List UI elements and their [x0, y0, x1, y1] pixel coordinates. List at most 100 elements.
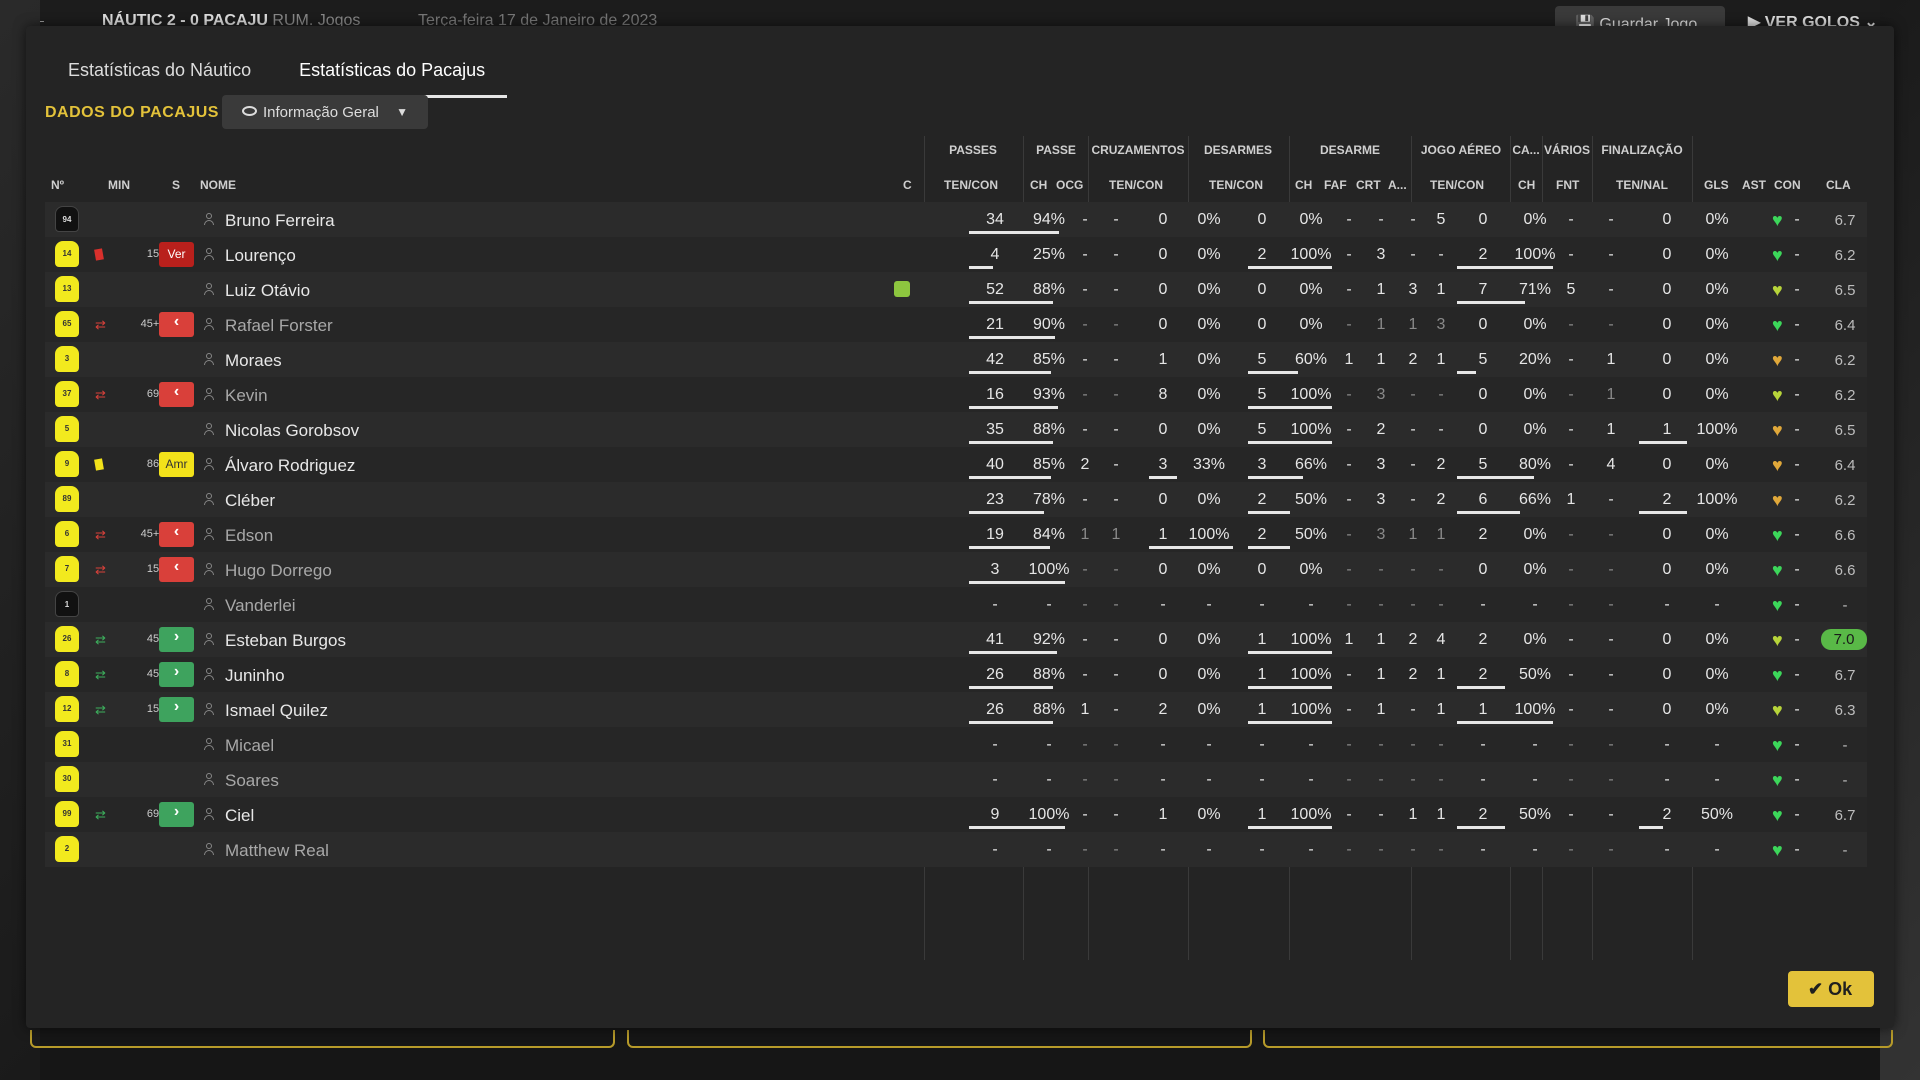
- player-name[interactable]: Matthew Real: [225, 841, 329, 861]
- table-row[interactable]: 12 ⇄ 15 › Ismael Quilez 26 88% 1-2 0% 1 100% -1-1 1 1…: [45, 692, 1867, 727]
- player-name[interactable]: Lourenço: [225, 246, 296, 266]
- tab-nautico-stats[interactable]: Estatísticas do Náutico: [42, 52, 273, 98]
- passes-bar: [969, 581, 1065, 584]
- col-header-desarmes-tencon[interactable]: TEN/CON: [1209, 178, 1263, 192]
- desarme-ch: -: [1346, 316, 1352, 333]
- col-header-number[interactable]: Nº: [51, 178, 64, 192]
- assists: -: [1794, 806, 1800, 823]
- shirt-number: 6: [55, 521, 79, 547]
- table-row[interactable]: 8 ⇄ 45 › Juninho 26 88% - -0 0% 1 100% -1 2 1 2 50% - -0 0%…: [45, 657, 1867, 692]
- table-row[interactable]: 5 Nicolas Gorobsov 35 88% - -0 0% 5 100% -2- -0 0% -…: [45, 412, 1867, 447]
- crosses-pct: -: [1206, 736, 1212, 753]
- passes-attempts: -: [992, 596, 998, 613]
- col-header-faf[interactable]: FAF: [1324, 178, 1347, 192]
- player-name[interactable]: Hugo Dorrego: [225, 561, 332, 581]
- player-name[interactable]: Luiz Otávio: [225, 281, 310, 301]
- passe-ocg: -: [1113, 281, 1119, 298]
- col-header-passes-tencon[interactable]: TEN/CON: [944, 178, 998, 192]
- tab-pacajus-stats[interactable]: Estatísticas do Pacajus: [273, 52, 508, 98]
- col-header-s[interactable]: S: [172, 178, 180, 192]
- table-row[interactable]: 30 Soares - - - - - - - - - - - - - - - - - - - ♥ -: [45, 762, 1867, 797]
- table-row[interactable]: 9 86 Amr Álvaro Rodriguez 40 85% 2-3 33% 3 66% -3-…: [45, 447, 1867, 482]
- col-header-name[interactable]: NOME: [200, 178, 236, 192]
- col-header-ocg[interactable]: OCG: [1056, 178, 1083, 192]
- player-name[interactable]: Rafael Forster: [225, 316, 333, 336]
- assists: -: [1794, 596, 1800, 613]
- player-name[interactable]: Moraes: [225, 351, 282, 371]
- shots-pct: 0%: [1705, 351, 1729, 368]
- table-row[interactable]: 3 Moraes 42 85% - -1 0% 5 60% 1 1 2 1 5 20% -1 0 0% - ♥ 6.2: [45, 342, 1867, 377]
- col-header-fnt[interactable]: FNT: [1556, 178, 1579, 192]
- col-header-desarme-ch[interactable]: CH: [1295, 178, 1312, 192]
- passe-ch: -: [1082, 736, 1088, 753]
- player-name[interactable]: Esteban Burgos: [225, 631, 346, 651]
- col-header-aereo-tencon[interactable]: TEN/CON: [1430, 178, 1484, 192]
- shots-pct: 0%: [1705, 631, 1729, 648]
- col-header-passe-ch[interactable]: CH: [1030, 178, 1047, 192]
- table-row[interactable]: 99 ⇄ 69 › Ciel 9 100% - -1 0% 1 100% - -1 1 2 50% - -2 50% -…: [45, 797, 1867, 832]
- col-header-gls[interactable]: GLS: [1704, 178, 1729, 192]
- table-row[interactable]: 13 Luiz Otávio 52 88% - -0 0% 0 0% -1 3 1 7 71% 5-0 0% -…: [45, 272, 1867, 307]
- player-name[interactable]: Nicolas Gorobsov: [225, 421, 359, 441]
- passe-ocg: -: [1113, 666, 1119, 683]
- desarme-faf: 3: [1376, 491, 1386, 508]
- col-header-min[interactable]: MIN: [108, 178, 130, 192]
- desarme-faf: -: [1378, 841, 1384, 858]
- aerial-pct: 100%: [1514, 246, 1556, 263]
- player-name[interactable]: Cléber: [225, 491, 275, 511]
- player-name[interactable]: Ismael Quilez: [225, 701, 328, 721]
- crosses-attempts: 1: [1158, 351, 1168, 368]
- tackles-pct: 100%: [1290, 806, 1332, 823]
- col-header-tennal[interactable]: TEN/NAL: [1616, 178, 1668, 192]
- person-icon: [203, 563, 214, 576]
- shirt-number: 3: [55, 346, 79, 372]
- player-name[interactable]: Micael: [225, 736, 274, 756]
- ok-button[interactable]: ✔ Ok: [1788, 971, 1874, 1007]
- col-header-ast[interactable]: AST: [1742, 178, 1766, 192]
- col-header-cla[interactable]: CLA: [1826, 178, 1851, 192]
- desarme-faf: 1: [1376, 701, 1386, 718]
- table-row[interactable]: 65 ⇄ 45+4 ‹ Rafael Forster 21 90% - -0 0% 0 0% -1 1 3 0…: [45, 307, 1867, 342]
- passes-pct: -: [1046, 841, 1052, 858]
- table-row[interactable]: 94 Bruno Ferreira 34 94% - -0 0% 0 0% - - -5 0 0% - -0 0…: [45, 202, 1867, 237]
- tackles-bar: [1248, 476, 1303, 479]
- passe-ocg: -: [1113, 491, 1119, 508]
- col-header-ca-ch[interactable]: CH: [1518, 178, 1535, 192]
- aerial-pct: 71%: [1518, 281, 1552, 298]
- col-header-con[interactable]: CON: [1774, 178, 1801, 192]
- col-header-cruz-tencon[interactable]: TEN/CON: [1109, 178, 1163, 192]
- shirt-number: 12: [55, 696, 79, 722]
- table-row[interactable]: 14 15 Ver Lourenço 4 25% - -0 0% 2 100% -3- -2 100% - -…: [45, 237, 1867, 272]
- ca-ch: -: [1568, 316, 1574, 333]
- col-header-crt[interactable]: CRT: [1356, 178, 1381, 192]
- desarme-crt: -: [1410, 421, 1416, 438]
- shots-pct: 100%: [1696, 421, 1738, 438]
- player-name[interactable]: Ciel: [225, 806, 254, 826]
- table-row[interactable]: 2 Matthew Real - - - - - - - - - - - - - - - - - - - ♥ -: [45, 832, 1867, 867]
- group-header-desarmes: DESARMES: [1203, 143, 1272, 157]
- table-row[interactable]: 1 Vanderlei - - - - - - - - - - - - - - - - - - - ♥ -: [45, 587, 1867, 622]
- table-row[interactable]: 6 ⇄ 45+4 ‹ Edson 19 84% 1 1 1 100% 2 50% -3 1 1 2 0% - -0 0%…: [45, 517, 1867, 552]
- aerial-pct: 0%: [1523, 386, 1547, 403]
- crosses-attempts: 0: [1158, 666, 1168, 683]
- shots-attempts: 0: [1662, 561, 1672, 578]
- person-icon: [203, 773, 214, 786]
- col-header-a[interactable]: A...: [1388, 178, 1407, 192]
- table-row[interactable]: 37 ⇄ 69 ‹ Kevin 16 93% - -8 0% 5 100% -3- -0 0% -1 0 0% - ♥…: [45, 377, 1867, 412]
- desarme-faf: 3: [1376, 456, 1386, 473]
- shots-bar: [1639, 441, 1687, 444]
- player-name[interactable]: Vanderlei: [225, 596, 296, 616]
- player-name[interactable]: Álvaro Rodriguez: [225, 456, 355, 476]
- table-row[interactable]: 89 Cléber 23 78% - -0 0% 2 50% -3-2 6 66% 1-2 100% - ♥ 6…: [45, 482, 1867, 517]
- view-dropdown[interactable]: Informação Geral ▼: [222, 95, 428, 129]
- shots-pct: 0%: [1705, 666, 1729, 683]
- player-name[interactable]: Bruno Ferreira: [225, 211, 335, 231]
- table-row[interactable]: 31 Micael - - - - - - - - - - - - - - - - - - - ♥ -: [45, 727, 1867, 762]
- table-row[interactable]: 7 ⇄ 15 ‹ Hugo Dorrego 3 100% - -0 0% 0 0% - - - -0 0% - -0…: [45, 552, 1867, 587]
- player-name[interactable]: Edson: [225, 526, 273, 546]
- player-name[interactable]: Soares: [225, 771, 279, 791]
- table-row[interactable]: 26 ⇄ 45 › Esteban Burgos 41 92% - -0 0% 1 100% 1 1 2 4 2…: [45, 622, 1867, 657]
- player-name[interactable]: Kevin: [225, 386, 268, 406]
- player-name[interactable]: Juninho: [225, 666, 285, 686]
- col-header-c[interactable]: C: [903, 178, 912, 192]
